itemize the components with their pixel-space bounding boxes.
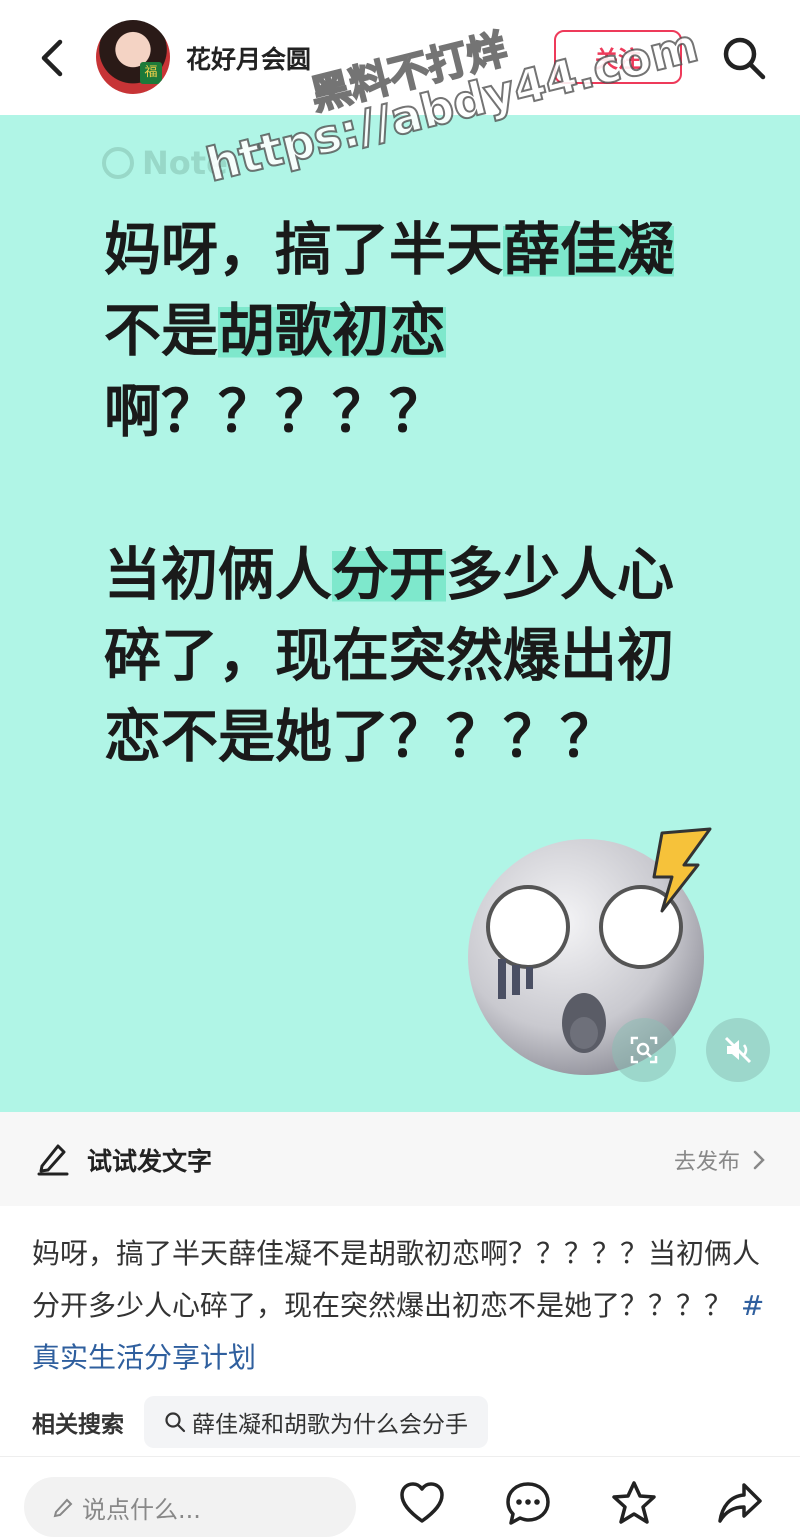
avatar[interactable]: 福	[96, 20, 170, 94]
related-search-label: 相关搜索	[32, 1412, 124, 1438]
author-name[interactable]: 花好月会圆	[186, 40, 311, 76]
comment-bubble-icon[interactable]	[504, 1479, 552, 1527]
post-body-text: 妈呀，搞了半天薛佳凝不是胡歌初恋啊？？？？？当初俩人分开多少人心碎了，现在突然爆…	[32, 1237, 761, 1322]
headline2-highlight: 分开	[332, 542, 446, 608]
headline1-highlight-1: 薛佳凝	[503, 217, 674, 283]
comment-placeholder: 说点什么...	[82, 1495, 201, 1524]
pen-icon	[53, 1498, 73, 1518]
heart-icon[interactable]	[398, 1479, 446, 1527]
headline-paragraph-2: 当初俩人分开多少人心碎了，现在突然爆出初恋不是她了？？？？	[104, 535, 724, 778]
note-ring-icon	[102, 147, 134, 179]
comment-input[interactable]: 说点什么...	[24, 1477, 356, 1537]
try-text-bar[interactable]: 试试发文字 去发布	[0, 1112, 800, 1206]
image-search-button[interactable]	[612, 1018, 676, 1082]
pen-icon	[37, 1144, 69, 1176]
avatar-badge: 福	[140, 62, 162, 84]
mute-button[interactable]	[706, 1018, 770, 1082]
scan-icon	[630, 1036, 658, 1064]
headline1-before: 妈呀，搞了半天	[104, 217, 503, 283]
headline1-after: 啊？？？？？	[104, 379, 446, 445]
publish-label: 去发布	[673, 1150, 740, 1175]
mute-icon	[724, 1036, 752, 1064]
search-button[interactable]	[720, 34, 768, 82]
publish-link[interactable]: 去发布	[674, 1144, 766, 1176]
back-arrow-icon	[41, 39, 63, 77]
related-search-chip[interactable]: 薛佳凝和胡歌为什么会分手	[144, 1396, 488, 1448]
note-image-card[interactable]: Note 妈呀，搞了半天薛佳凝不是胡歌初恋啊？？？？？ 当初俩人分开多少人心碎了…	[0, 115, 800, 1112]
headline2-before: 当初俩人	[104, 542, 332, 608]
related-search-query: 薛佳凝和胡歌为什么会分手	[192, 1412, 468, 1438]
headline-paragraph-1: 妈呀，搞了半天薛佳凝不是胡歌初恋啊？？？？？	[104, 210, 724, 453]
headline1-middle: 不是	[104, 298, 218, 364]
post-description: 妈呀，搞了半天薛佳凝不是胡歌初恋啊？？？？？当初俩人分开多少人心碎了，现在突然爆…	[32, 1228, 772, 1384]
shocked-face-emoji-icon	[468, 827, 712, 1075]
try-text-label: 试试发文字	[87, 1147, 213, 1176]
search-icon	[723, 37, 766, 80]
back-button[interactable]	[34, 36, 74, 80]
search-icon	[165, 1412, 186, 1433]
headline1-highlight-2: 胡歌初恋	[218, 298, 446, 364]
related-search: 相关搜索 薛佳凝和胡歌为什么会分手	[32, 1396, 488, 1448]
share-arrow-icon[interactable]	[716, 1479, 764, 1527]
bottom-action-bar: 说点什么...	[0, 1456, 800, 1537]
star-icon[interactable]	[610, 1479, 658, 1527]
chevron-right-icon	[753, 1150, 765, 1170]
